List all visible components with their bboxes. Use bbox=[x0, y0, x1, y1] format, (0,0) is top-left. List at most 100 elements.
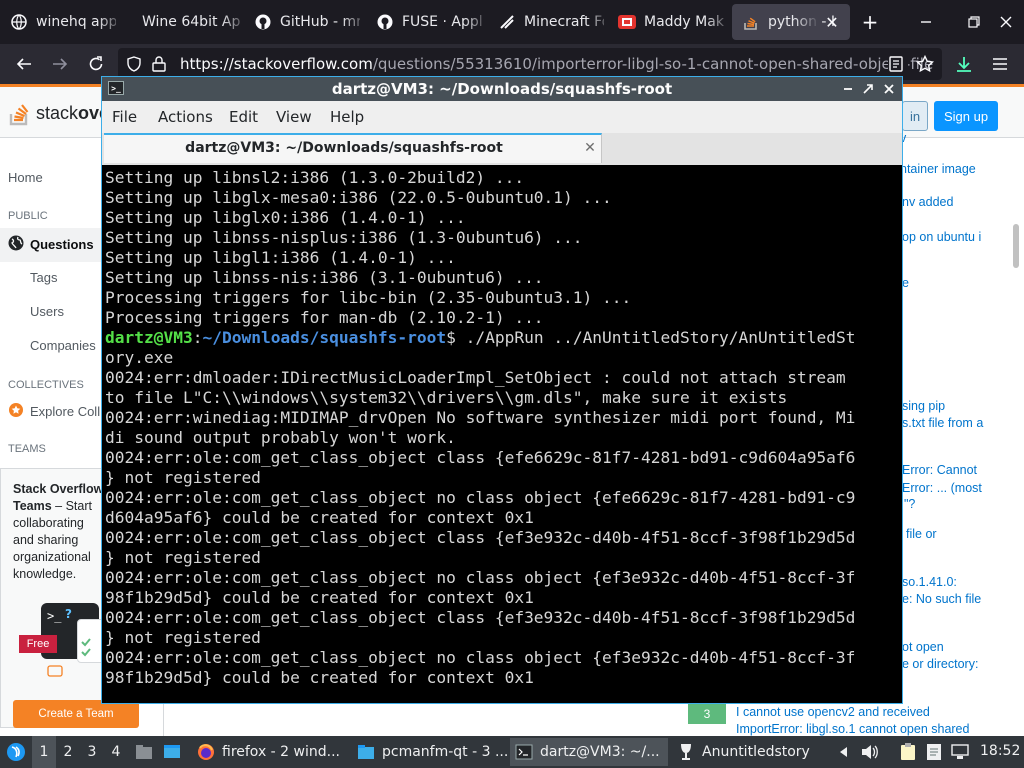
task-terminal[interactable]: dartz@VM3: ~/... bbox=[510, 738, 668, 766]
browser-tab[interactable]: Maddy Make bbox=[608, 0, 732, 44]
start-menu-icon[interactable] bbox=[6, 742, 26, 762]
github-icon bbox=[254, 13, 272, 31]
menu-edit[interactable]: Edit bbox=[229, 108, 258, 126]
volume-icon[interactable] bbox=[860, 742, 880, 762]
related-link[interactable]: nv added bbox=[902, 194, 953, 211]
task-label: dartz@VM3: ~/... bbox=[540, 744, 660, 760]
task-pcmanfm[interactable]: pcmanfm-qt - 3 ... bbox=[352, 738, 508, 766]
network-icon[interactable] bbox=[950, 742, 970, 762]
terminal-line: 0024:err:ole:com_get_class_object no cla… bbox=[105, 648, 856, 667]
free-badge: Free bbox=[19, 635, 57, 653]
so-logo[interactable]: stackover bbox=[8, 99, 116, 127]
task-firefox[interactable]: firefox - 2 wind... bbox=[192, 738, 348, 766]
terminal-prompt-line: dartz@VM3:~/Downloads/squashfs-root$ ./A… bbox=[105, 328, 855, 348]
sidebar-section-teams: TEAMS bbox=[8, 443, 46, 455]
browser-tab[interactable]: winehq app bbox=[0, 0, 124, 44]
related-link[interactable]: e: No such file bbox=[902, 591, 981, 608]
sidebar-item-users[interactable]: Users bbox=[30, 304, 64, 319]
related-link[interactable]: "? bbox=[904, 496, 915, 513]
prompt-user: dartz@VM3 bbox=[105, 328, 193, 347]
wine-icon bbox=[676, 742, 696, 762]
sidebar-item-questions[interactable]: Questions bbox=[8, 235, 94, 254]
teams-promo-box: Stack Overflow Teams – Start collaborati… bbox=[0, 468, 110, 728]
related-link[interactable]: file or bbox=[906, 526, 937, 543]
bookmark-star-icon[interactable] bbox=[915, 54, 935, 77]
terminal-line: 0024:err:ole:com_get_class_object no cla… bbox=[105, 568, 856, 587]
related-link[interactable]: ImportError: libgl.so.1 cannot open shar… bbox=[736, 721, 969, 737]
clipboard-icon[interactable] bbox=[898, 742, 918, 762]
workspace-2[interactable]: 2 bbox=[56, 736, 80, 768]
browser-tab[interactable]: Wine 64bit App bbox=[124, 0, 248, 44]
terminal-menubar: File Actions Edit View Help bbox=[102, 101, 902, 133]
menu-hamburger-icon[interactable] bbox=[988, 52, 1012, 76]
reload-icon[interactable] bbox=[84, 52, 108, 76]
related-link[interactable]: Error: Cannot bbox=[902, 462, 977, 479]
close-tab-icon[interactable]: ✕ bbox=[822, 12, 842, 32]
related-link[interactable]: e or directory: bbox=[902, 656, 978, 673]
sidebar-item-home[interactable]: Home bbox=[8, 170, 43, 185]
shield-icon[interactable] bbox=[126, 56, 142, 76]
terminal-icon: >_ bbox=[108, 81, 124, 95]
page-scrollbar-thumb[interactable] bbox=[1013, 224, 1019, 268]
browser-tab-active[interactable]: python - I ✕ bbox=[732, 4, 850, 40]
sidebar-item-tags[interactable]: Tags bbox=[30, 270, 57, 285]
notes-icon[interactable] bbox=[924, 742, 944, 762]
terminal-line: 0024:err:ole:com_get_class_object no cla… bbox=[105, 488, 856, 507]
related-link[interactable]: sing pip bbox=[902, 398, 945, 415]
minimize-icon[interactable] bbox=[916, 12, 936, 32]
terminal-line: d604a95af6} could be created for context… bbox=[105, 508, 534, 527]
close-icon[interactable] bbox=[996, 12, 1016, 32]
menu-help[interactable]: Help bbox=[330, 108, 364, 126]
terminal-line: Setting up libgl1:i386 (1.4.0-1) ... bbox=[105, 248, 456, 267]
tray-arrow-icon[interactable] bbox=[834, 742, 854, 762]
stackoverflow-icon bbox=[742, 13, 760, 31]
sidebar-item-explore-collectives[interactable]: Explore Coll bbox=[8, 402, 100, 421]
workspace-4[interactable]: 4 bbox=[104, 736, 128, 768]
file-manager-launcher-icon[interactable] bbox=[134, 742, 154, 762]
related-link[interactable]: e bbox=[902, 275, 909, 292]
menu-actions[interactable]: Actions bbox=[158, 108, 213, 126]
show-desktop-icon[interactable] bbox=[162, 742, 182, 762]
browser-tab[interactable]: FUSE · Appl bbox=[366, 0, 490, 44]
related-link[interactable]: I cannot use opencv2 and received bbox=[736, 704, 930, 720]
close-tab-icon[interactable]: ✕ bbox=[580, 138, 600, 158]
so-logo-text-a: stack bbox=[36, 102, 79, 123]
terminal-window: >_ dartz@VM3: ~/Downloads/squashfs-root … bbox=[101, 76, 903, 704]
menu-view[interactable]: View bbox=[276, 108, 312, 126]
related-link[interactable]: ntainer image bbox=[900, 161, 976, 178]
maximize-icon[interactable] bbox=[858, 79, 878, 99]
task-anuntitledstory[interactable]: Anuntitledstory bbox=[672, 738, 828, 766]
terminal-line: Setting up libnsl2:i386 (1.3.0-2build2) … bbox=[105, 168, 525, 187]
create-team-button[interactable]: Create a Team bbox=[13, 700, 139, 728]
browser-tab-bar: winehq app Wine 64bit App GitHub - mr FU… bbox=[0, 0, 1024, 44]
terminal-tab[interactable]: dartz@VM3: ~/Downloads/squashfs-root ✕ bbox=[104, 133, 602, 163]
terminal-line: ory.exe bbox=[105, 348, 174, 367]
menu-file[interactable]: File bbox=[112, 108, 137, 126]
workspace-3[interactable]: 3 bbox=[80, 736, 104, 768]
downloads-icon[interactable] bbox=[952, 52, 976, 76]
terminal-line: Setting up libnss-nis:i386 (3.1-0ubuntu6… bbox=[105, 268, 544, 287]
terminal-titlebar[interactable]: >_ dartz@VM3: ~/Downloads/squashfs-root bbox=[102, 77, 902, 101]
sidebar-item-companies[interactable]: Companies bbox=[30, 338, 96, 353]
forward-arrow-icon[interactable] bbox=[48, 52, 72, 76]
lock-icon[interactable] bbox=[152, 56, 166, 76]
browser-tab[interactable]: GitHub - mr bbox=[244, 0, 368, 44]
reader-view-icon[interactable] bbox=[888, 56, 908, 72]
restore-icon[interactable] bbox=[964, 12, 984, 32]
workspace-1[interactable]: 1 bbox=[32, 736, 56, 768]
new-tab-button[interactable]: + bbox=[860, 10, 880, 34]
back-arrow-icon[interactable] bbox=[12, 52, 36, 76]
close-icon[interactable] bbox=[879, 79, 899, 99]
browser-tab[interactable]: Minecraft Fo bbox=[488, 0, 612, 44]
chat-bubble-icon bbox=[47, 665, 63, 684]
related-link[interactable]: s.txt file from a bbox=[902, 415, 983, 432]
related-link[interactable]: Error: ... (most bbox=[902, 480, 982, 497]
related-link[interactable]: so.1.41.0: bbox=[902, 574, 957, 591]
url-text[interactable]: https://stackoverflow.com/questions/5531… bbox=[180, 55, 933, 73]
terminal-output[interactable]: Setting up libnsl2:i386 (1.3.0-2build2) … bbox=[102, 165, 902, 703]
related-link[interactable]: ot open bbox=[902, 639, 944, 656]
teams-promo-text: Stack Overflow Teams – Start collaborati… bbox=[13, 481, 105, 583]
minimize-icon[interactable] bbox=[838, 79, 858, 99]
related-link[interactable]: op on ubuntu i bbox=[902, 229, 981, 246]
folder-icon bbox=[356, 742, 376, 762]
